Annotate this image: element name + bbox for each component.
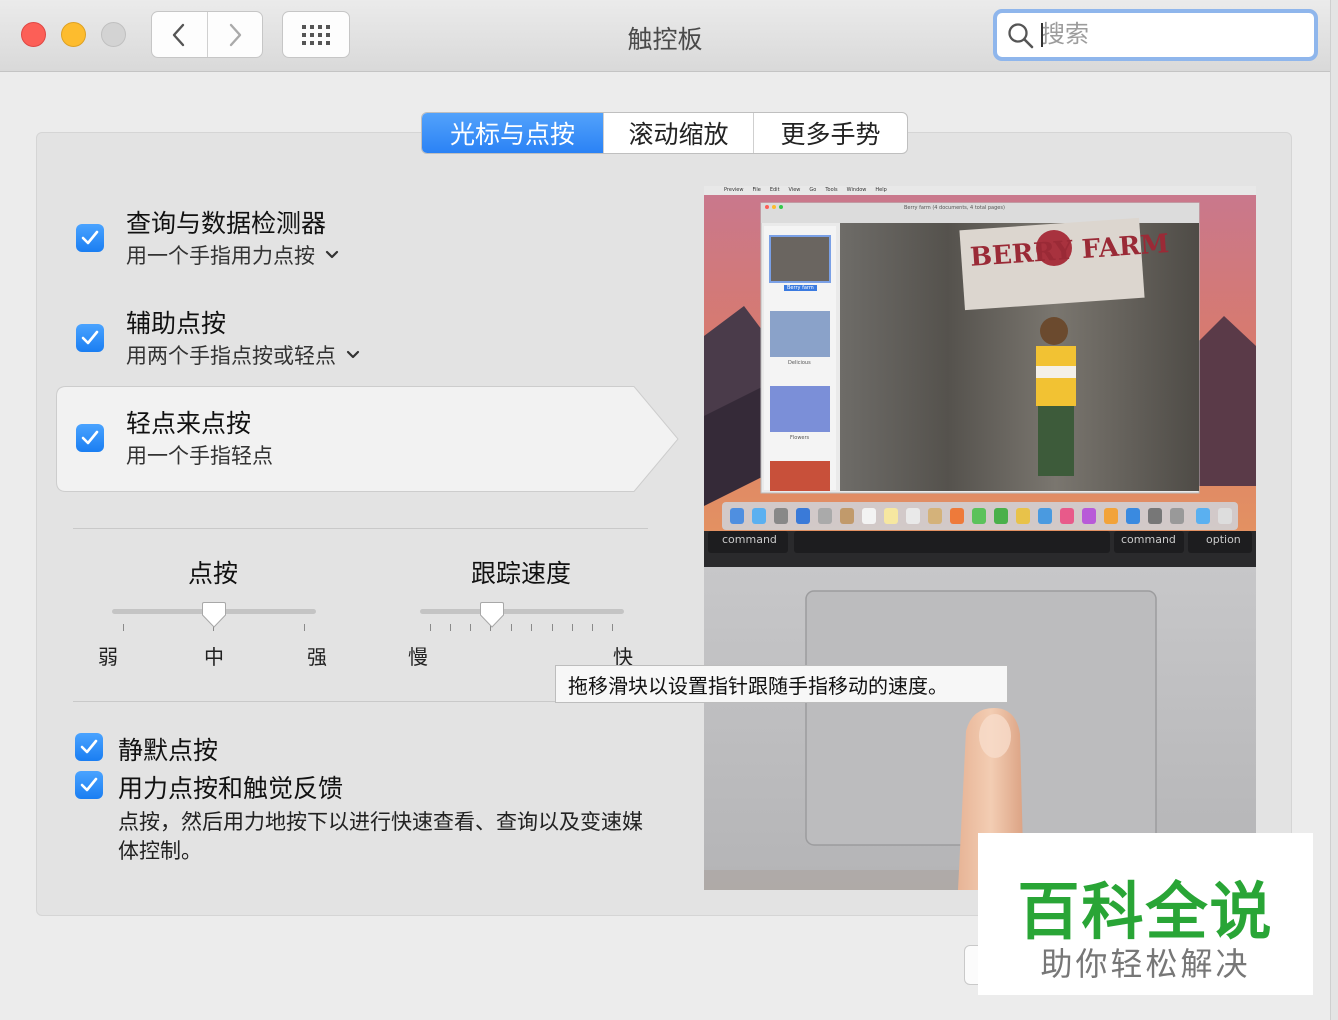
search-input[interactable] [1041, 19, 1301, 49]
tab-point-and-click[interactable]: 光标与点按 [422, 113, 603, 153]
text-caret [1041, 23, 1043, 47]
watermark-title: 百科全说 [1017, 875, 1274, 948]
title-bar: 触控板 [0, 0, 1338, 72]
lookup-gesture-dropdown[interactable]: 用一个手指用力点按 [126, 240, 339, 270]
chevron-down-icon [346, 350, 360, 359]
preview-caption-flowers: Flowers [790, 435, 810, 441]
preview-caption-berry-farm: Berry farm [784, 285, 817, 291]
checkmark-icon [81, 430, 99, 445]
click-slider-tick [123, 624, 124, 631]
watermark-subtitle: 助你轻松解决 [1040, 945, 1251, 983]
tap-to-click-checkbox[interactable] [76, 424, 104, 452]
click-label-firm: 强 [307, 645, 327, 669]
secondary-click-title: 辅助点按 [126, 309, 227, 338]
chevron-right-icon [229, 23, 241, 46]
preview-caption-delicious: Delicious [788, 360, 811, 366]
tracking-slider-title: 跟踪速度 [470, 559, 571, 588]
nav-buttons [151, 11, 263, 58]
tracking-label-slow: 慢 [408, 645, 428, 669]
forward-button[interactable] [206, 12, 263, 57]
click-slider-thumb[interactable] [201, 601, 227, 629]
window-title: 触控板 [627, 25, 703, 54]
tracking-slider-tick [612, 624, 613, 631]
tab-more-gestures[interactable]: 更多手势 [753, 113, 907, 153]
secondary-click-checkbox[interactable] [76, 324, 104, 352]
tracking-slider-track[interactable] [420, 609, 624, 614]
back-button[interactable] [152, 12, 207, 57]
checkmark-icon [80, 739, 98, 754]
preview-doc-title: Berry farm (4 documents, 4 total pages) [904, 205, 1005, 211]
tracking-slider-tick [552, 624, 553, 631]
tracking-slider-tick [430, 624, 431, 631]
tracking-slider-tick [450, 624, 451, 631]
zoom-button[interactable] [101, 22, 126, 47]
checkmark-icon [81, 330, 99, 345]
lookup-subtitle: 用一个手指用力点按 [126, 244, 315, 268]
lookup-checkbox[interactable] [76, 224, 104, 252]
key-label-option: option [1206, 533, 1241, 546]
key-label-command-right: command [1121, 533, 1176, 546]
key-label-command-left: command [722, 533, 777, 546]
checkmark-icon [81, 230, 99, 245]
secondary-click-subtitle: 用两个手指点按或轻点 [126, 344, 336, 368]
show-all-button[interactable] [282, 11, 350, 58]
tracking-slider-tick [511, 624, 512, 631]
lookup-title: 查询与数据检测器 [126, 209, 327, 238]
click-label-medium: 中 [204, 645, 224, 669]
menubar-item: Window [846, 187, 867, 193]
menubar-item: View [788, 187, 801, 193]
close-button[interactable] [21, 22, 46, 47]
menubar-item: File [752, 187, 761, 193]
chevron-left-icon [173, 23, 185, 46]
force-click-description: 点按，然后用力地按下以进行快速查看、查询以及变速媒体控制。 [118, 810, 643, 863]
tracking-slider-tick [592, 624, 593, 631]
window-edge [1330, 0, 1338, 1020]
silent-click-label: 静默点按 [118, 736, 219, 765]
watermark: 百科全说 助你轻松解决 [978, 833, 1313, 995]
tracking-speed-tooltip: 拖移滑块以设置指针跟随手指移动的速度。 [555, 665, 1008, 703]
click-label-light: 弱 [98, 645, 118, 669]
chevron-down-icon [325, 250, 339, 259]
force-click-checkbox[interactable] [75, 771, 103, 799]
menubar-item: Preview [724, 187, 744, 193]
checkmark-icon [80, 777, 98, 792]
tracking-slider-thumb[interactable] [479, 601, 505, 629]
search-field[interactable] [993, 9, 1318, 61]
force-click-label: 用力点按和触觉反馈 [118, 774, 344, 803]
tap-to-click-title: 轻点来点按 [126, 409, 252, 438]
tracking-slider-tick [572, 624, 573, 631]
divider [73, 528, 648, 529]
menubar-item: Edit [769, 187, 780, 193]
secondary-click-dropdown[interactable]: 用两个手指点按或轻点 [126, 340, 360, 370]
tracking-slider-tick [531, 624, 532, 631]
tab-scroll-and-zoom[interactable]: 滚动缩放 [603, 113, 753, 153]
tap-to-click-subtitle: 用一个手指轻点 [126, 444, 273, 468]
minimize-button[interactable] [61, 22, 86, 47]
gesture-preview-image: command command option Preview File Edit… [704, 186, 1256, 890]
preview-menubar: Preview File Edit View Go Tools Window H… [724, 186, 887, 195]
search-icon [1008, 23, 1034, 49]
menubar-item: Tools [825, 187, 838, 193]
click-slider-tick [304, 624, 305, 631]
menubar-item: Go [809, 187, 817, 193]
silent-click-checkbox[interactable] [75, 733, 103, 761]
grid-icon [302, 24, 330, 45]
tab-bar: 光标与点按 滚动缩放 更多手势 [421, 112, 908, 154]
menubar-item: Help [875, 187, 887, 193]
click-slider-title: 点按 [187, 559, 238, 588]
tracking-slider-tick [470, 624, 471, 631]
